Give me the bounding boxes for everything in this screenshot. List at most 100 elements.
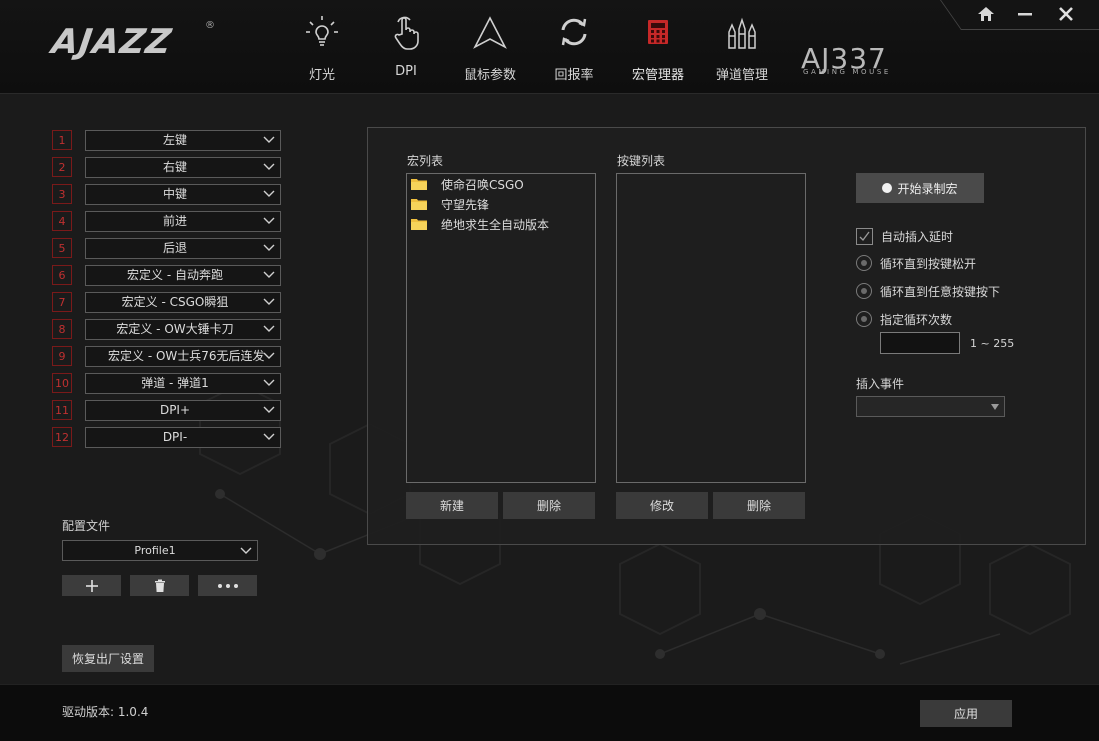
key-function-select[interactable]: 宏定义 - OW大锤卡刀: [85, 319, 281, 340]
key-function-value: 弹道 - 弹道1: [141, 376, 209, 390]
key-number: 4: [52, 211, 72, 231]
chevron-down-icon: [263, 352, 275, 359]
option-label: 循环直到任意按键按下: [880, 284, 1001, 299]
triangle-icon: [470, 12, 510, 52]
calculator-icon: [638, 12, 678, 52]
insert-event-select[interactable]: [856, 396, 1005, 417]
key-function-select[interactable]: 弹道 - 弹道1: [85, 373, 281, 394]
radio-icon: [856, 283, 872, 299]
close-icon: [1059, 7, 1073, 21]
key-number: 8: [52, 319, 72, 339]
key-function-select[interactable]: 左键: [85, 130, 281, 151]
nav-mouse-params[interactable]: 鼠标参数: [448, 12, 532, 84]
profile-value: Profile1: [134, 544, 176, 557]
chevron-down-icon: [263, 244, 275, 251]
key-number: 3: [52, 184, 72, 204]
folder-icon: [411, 179, 427, 190]
chevron-down-icon: [263, 298, 275, 305]
ellipsis-icon: [217, 583, 238, 588]
key-function-value: 中键: [162, 187, 187, 201]
profile-label: 配置文件: [62, 519, 111, 533]
key-function-value: 宏定义 - OW大锤卡刀: [116, 322, 234, 336]
option-label: 循环直到按键松开: [880, 256, 977, 271]
key-function-select[interactable]: 宏定义 - OW士兵76无后连发: [85, 346, 281, 367]
nav-label: 弹道管理: [715, 68, 768, 83]
option-label: 指定循环次数: [880, 312, 953, 327]
plus-icon: [85, 579, 98, 592]
home-button[interactable]: [975, 4, 997, 24]
macro-list[interactable]: 使命召唤CSGO 守望先锋 绝地求生全自动版本: [406, 173, 596, 483]
key-function-select[interactable]: 右键: [85, 157, 281, 178]
chevron-down-icon: [263, 163, 275, 170]
chevron-down-icon: [263, 325, 275, 332]
key-function-select[interactable]: DPI+: [85, 400, 281, 421]
key-function-value: 前进: [162, 214, 187, 228]
dropdown-arrow-icon: [991, 404, 999, 410]
key-function-select[interactable]: DPI-: [85, 427, 281, 448]
chevron-down-icon: [263, 217, 275, 224]
key-function-value: 宏定义 - CSGO瞬狙: [121, 295, 229, 309]
new-macro-button[interactable]: 新建: [406, 492, 498, 519]
chevron-down-icon: [263, 190, 275, 197]
registered-mark: ®: [205, 20, 215, 31]
nav-label: 鼠标参数: [463, 68, 516, 83]
nav-lighting[interactable]: 灯光: [280, 12, 364, 84]
key-list-label: 按键列表: [617, 154, 666, 168]
minimize-button[interactable]: [1014, 4, 1036, 24]
key-function-select[interactable]: 宏定义 - CSGO瞬狙: [85, 292, 281, 313]
loop-until-any-key-radio[interactable]: 循环直到任意按键按下: [856, 282, 1000, 300]
chevron-down-icon: [263, 136, 275, 143]
key-function-value: 宏定义 - 自动奔跑: [127, 268, 223, 282]
loop-count-range: 1 ~ 255: [970, 337, 1015, 350]
key-function-value: 后退: [162, 241, 187, 255]
key-number: 2: [52, 157, 72, 177]
list-item[interactable]: 守望先锋: [407, 194, 595, 214]
nav-polling-rate[interactable]: 回报率: [532, 12, 616, 84]
list-item[interactable]: 使命召唤CSGO: [407, 174, 595, 194]
edit-key-button[interactable]: 修改: [616, 492, 708, 519]
loop-count-radio[interactable]: 指定循环次数: [856, 310, 952, 328]
list-item[interactable]: 绝地求生全自动版本: [407, 214, 595, 234]
factory-reset-button[interactable]: 恢复出厂设置: [62, 645, 154, 672]
key-function-select[interactable]: 宏定义 - 自动奔跑: [85, 265, 281, 286]
more-options-button[interactable]: [198, 575, 257, 596]
start-recording-button[interactable]: 开始录制宏: [856, 173, 984, 203]
key-function-value: 左键: [162, 133, 187, 147]
key-function-select[interactable]: 前进: [85, 211, 281, 232]
chevron-down-icon: [263, 406, 275, 413]
record-label: 开始录制宏: [897, 181, 958, 196]
model-subtitle: GAMING MOUSE: [803, 68, 891, 76]
refresh-icon: [554, 12, 594, 52]
key-function-value: DPI-: [162, 430, 188, 444]
nav-label: DPI: [395, 64, 417, 79]
close-button[interactable]: [1055, 4, 1077, 24]
key-event-list[interactable]: [616, 173, 806, 483]
nav-ballistics[interactable]: 弹道管理: [700, 12, 784, 84]
hand-pointer-icon: [386, 12, 426, 52]
delete-macro-button[interactable]: 删除: [503, 492, 595, 519]
key-number: 1: [52, 130, 72, 150]
auto-delay-checkbox[interactable]: 自动插入延时: [856, 227, 953, 245]
delete-key-button[interactable]: 删除: [713, 492, 805, 519]
key-function-value: DPI+: [159, 403, 191, 417]
profile-select[interactable]: Profile1: [62, 540, 258, 561]
key-number: 5: [52, 238, 72, 258]
bullets-icon: [722, 12, 762, 52]
key-number: 6: [52, 265, 72, 285]
top-bar: AJAZZ ® 灯光 DPI 鼠标参数 回报率 宏管理器 弹道管理 AJ337 …: [0, 0, 1099, 94]
apply-button[interactable]: 应用: [920, 700, 1012, 727]
loop-count-input[interactable]: [880, 332, 960, 354]
macro-name: 使命召唤CSGO: [441, 177, 524, 192]
folder-icon: [411, 219, 427, 230]
key-function-select[interactable]: 后退: [85, 238, 281, 259]
nav-label: 回报率: [554, 68, 594, 83]
checkbox-icon: [856, 227, 873, 245]
nav-dpi[interactable]: DPI: [364, 12, 448, 84]
delete-profile-button[interactable]: [130, 575, 189, 596]
loop-until-release-radio[interactable]: 循环直到按键松开: [856, 254, 976, 272]
radio-icon: [856, 311, 872, 327]
key-function-select[interactable]: 中键: [85, 184, 281, 205]
add-profile-button[interactable]: [62, 575, 121, 596]
nav-macro-manager[interactable]: 宏管理器: [616, 12, 700, 84]
home-icon: [978, 7, 994, 21]
